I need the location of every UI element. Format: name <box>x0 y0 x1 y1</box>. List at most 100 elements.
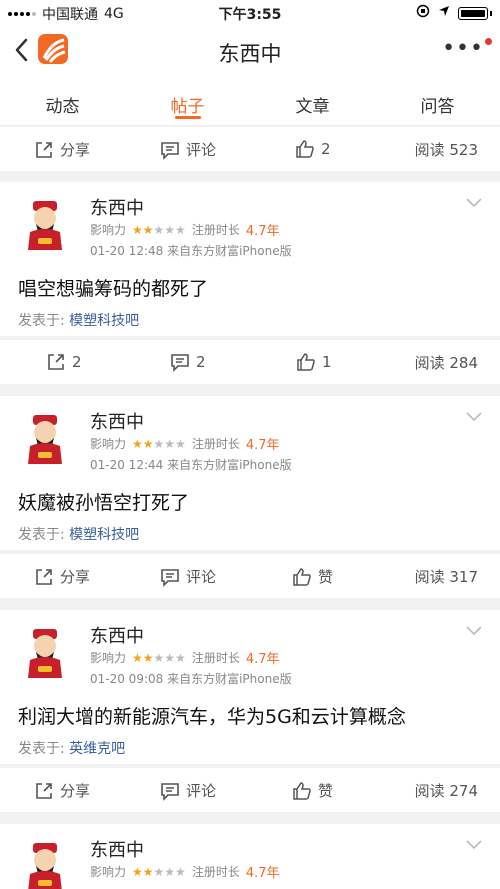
chevron-down-icon[interactable] <box>466 838 482 854</box>
read-count: 阅读 523 <box>414 141 478 159</box>
author-name[interactable]: 东西中 <box>90 408 144 434</box>
post-text[interactable]: 唱空想骗筹码的都死了 <box>18 274 208 301</box>
tab-articles[interactable]: 文章 <box>250 76 375 125</box>
registration-years: 4.7年 <box>245 652 280 667</box>
author-meta: 影响力 ★★★★★ 注册时长 4.7年 <box>90 220 280 240</box>
author-name[interactable]: 东西中 <box>90 836 144 862</box>
post-actions: 2 2 1 阅读 284 <box>0 340 500 384</box>
status-bar: 中国联通 4G 下午3:55 <box>0 0 500 26</box>
comment-label: 评论 <box>186 568 217 586</box>
author-name[interactable]: 东西中 <box>90 194 144 220</box>
author-meta: 影响力 ★★★★★ 注册时长 4.7年 <box>90 434 280 454</box>
like-button[interactable]: 1 <box>296 352 332 372</box>
influence-label: 影响力 <box>90 865 127 879</box>
share-button[interactable]: 2 <box>46 352 82 372</box>
post-actions: 分享 评论 2 阅读 523 <box>0 127 500 171</box>
rating-stars: ★★★★★ <box>132 864 186 879</box>
tab-qa[interactable]: 问答 <box>375 76 500 125</box>
comment-button[interactable]: 评论 <box>160 139 216 160</box>
comment-label: 评论 <box>186 782 217 800</box>
rating-stars: ★★★★★ <box>132 222 186 237</box>
forum-link[interactable]: 模塑科技吧 <box>69 313 139 329</box>
forum-link[interactable]: 模塑科技吧 <box>69 527 139 543</box>
avatar[interactable] <box>22 842 68 889</box>
forum-link[interactable]: 英维克吧 <box>69 741 125 757</box>
post-meta: 01-20 12:48 来自东方财富iPhone版 <box>90 244 292 258</box>
post-source: 发表于: 模塑科技吧 <box>18 310 139 330</box>
tab-bar: 动态 帖子 文章 问答 <box>0 76 500 126</box>
post-card[interactable]: 东西中 影响力 ★★★★★ 注册时长 4.7年 01-20 09:08 来自东方… <box>0 610 500 764</box>
post-card[interactable]: 东西中 影响力 ★★★★★ 注册时长 4.7年 01-20 12:44 来自东方… <box>0 396 500 550</box>
registration-label: 注册时长 <box>191 223 240 237</box>
chevron-down-icon[interactable] <box>466 624 482 640</box>
chevron-down-icon[interactable] <box>466 196 482 212</box>
read-count: 阅读 284 <box>414 354 478 372</box>
post-text[interactable]: 利润大增的新能源汽车，华为5G和云计算概念 <box>18 702 406 729</box>
comment-button[interactable]: 评论 <box>160 780 216 801</box>
like-button[interactable]: 赞 <box>292 780 333 801</box>
influence-label: 影响力 <box>90 223 127 237</box>
avatar[interactable] <box>22 414 68 464</box>
notification-dot <box>485 38 492 45</box>
post-card[interactable]: 东西中 影响力 ★★★★★ 注册时长 4.7年 <box>0 824 500 889</box>
author-meta: 影响力 ★★★★★ 注册时长 4.7年 <box>90 648 280 668</box>
read-count: 阅读 317 <box>414 568 478 586</box>
share-label: 分享 <box>60 568 91 586</box>
nav-bar: 东西中 ••• <box>0 26 500 76</box>
comment-label: 评论 <box>186 141 217 159</box>
share-button[interactable]: 分享 <box>34 139 90 160</box>
thumbs-up-icon <box>293 567 311 586</box>
from-label: 发表于: <box>18 313 65 329</box>
share-count: 2 <box>72 353 82 371</box>
post-source: 发表于: 英维克吧 <box>18 738 125 758</box>
comment-icon <box>161 782 179 801</box>
comment-icon <box>161 568 179 587</box>
share-icon <box>36 568 52 585</box>
post-actions: 分享 评论 赞 阅读 317 <box>0 554 500 598</box>
location-icon <box>438 5 450 21</box>
like-button[interactable]: 2 <box>295 139 331 159</box>
comment-button[interactable]: 评论 <box>160 566 216 587</box>
more-icon[interactable]: ••• <box>442 36 484 61</box>
post-text[interactable]: 妖魔被孙悟空打死了 <box>18 488 189 515</box>
like-count: 1 <box>322 353 332 371</box>
comment-button[interactable]: 2 <box>170 352 206 372</box>
avatar[interactable] <box>22 200 68 250</box>
read-count: 阅读 274 <box>414 782 478 800</box>
rating-stars: ★★★★★ <box>132 650 186 665</box>
tab-dynamics[interactable]: 动态 <box>0 76 125 125</box>
influence-label: 影响力 <box>90 651 127 665</box>
like-label: 赞 <box>318 568 334 586</box>
from-label: 发表于: <box>18 741 65 757</box>
tab-posts[interactable]: 帖子 <box>125 76 250 125</box>
post-source: 发表于: 模塑科技吧 <box>18 524 139 544</box>
share-button[interactable]: 分享 <box>34 566 90 587</box>
share-icon <box>36 141 52 158</box>
registration-years: 4.7年 <box>245 438 280 453</box>
like-button[interactable]: 赞 <box>292 566 333 587</box>
comment-icon <box>161 141 179 160</box>
share-label: 分享 <box>60 782 91 800</box>
like-count: 2 <box>321 140 331 158</box>
rotation-lock-icon <box>416 4 430 22</box>
avatar[interactable] <box>22 628 68 678</box>
battery-tip <box>490 10 492 16</box>
thumbs-up-icon <box>296 140 314 158</box>
like-label: 赞 <box>318 782 334 800</box>
share-icon <box>48 354 64 370</box>
page-title: 东西中 <box>218 42 282 66</box>
from-label: 发表于: <box>18 527 65 543</box>
share-button[interactable]: 分享 <box>34 780 90 801</box>
registration-years: 4.7年 <box>245 224 280 239</box>
post-actions: 分享 评论 赞 阅读 274 <box>0 768 500 812</box>
post-card[interactable]: 东西中 影响力 ★★★★★ 注册时长 4.7年 01-20 12:48 来自东方… <box>0 182 500 336</box>
battery-icon <box>458 6 488 20</box>
registration-label: 注册时长 <box>191 651 240 665</box>
author-name[interactable]: 东西中 <box>90 622 144 648</box>
post-meta: 01-20 09:08 来自东方财富iPhone版 <box>90 672 292 686</box>
chevron-down-icon[interactable] <box>466 410 482 426</box>
share-label: 分享 <box>60 141 91 159</box>
share-icon <box>36 782 52 799</box>
influence-label: 影响力 <box>90 437 127 451</box>
registration-years: 4.7年 <box>245 866 280 881</box>
